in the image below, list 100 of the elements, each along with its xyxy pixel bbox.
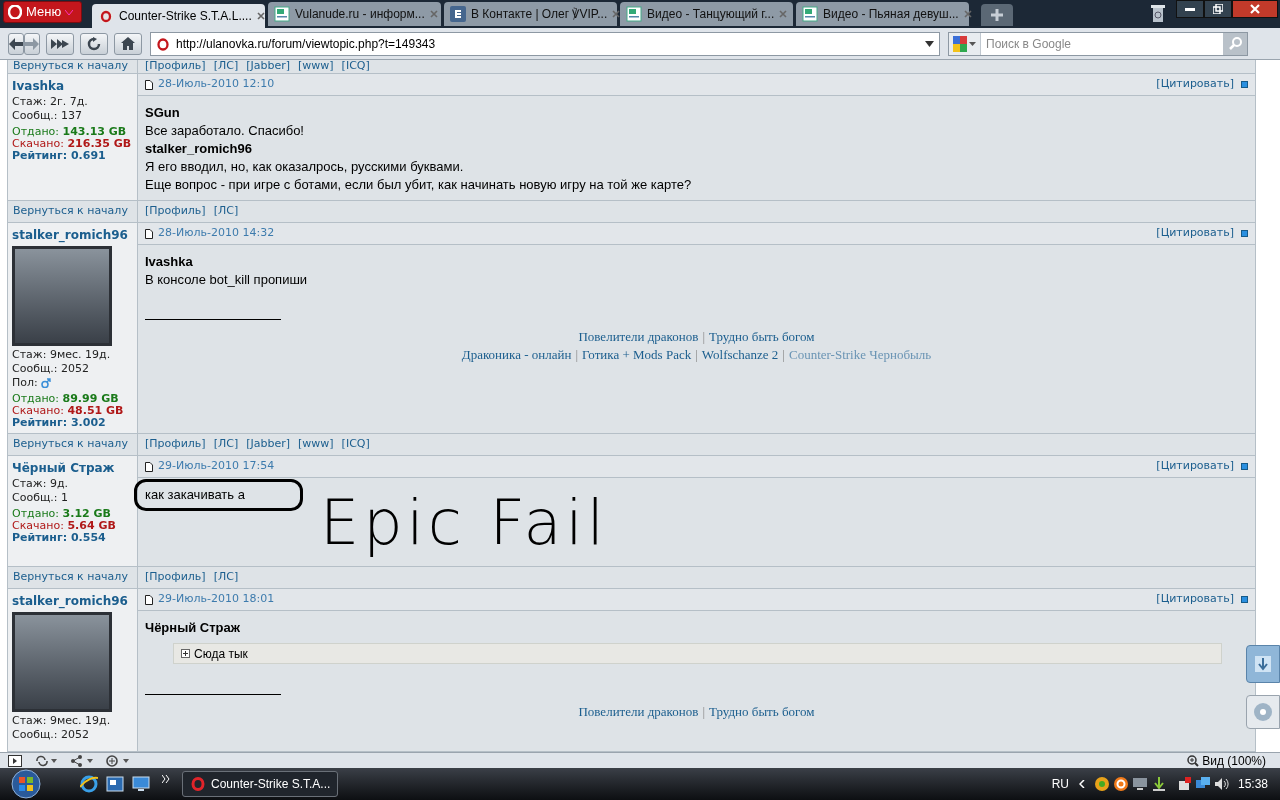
- tab-title: В Контакте | Олег ℣VIP...: [471, 6, 608, 23]
- chevron-left-icon[interactable]: [1078, 780, 1085, 788]
- profile-link[interactable]: [ICQ]: [341, 436, 370, 453]
- link-separator: |: [702, 703, 705, 721]
- profile-link[interactable]: [www]: [298, 436, 334, 453]
- profile-link[interactable]: [Профиль]: [145, 436, 206, 453]
- clock[interactable]: 15:38: [1237, 775, 1268, 793]
- signature-link[interactable]: Трудно быть богом: [709, 703, 815, 721]
- post-text: Я его вводил, но, как оказалрось, русскими буквами.: [145, 158, 465, 176]
- caret-icon: [65, 9, 74, 15]
- search-input[interactable]: Поиск в Google: [981, 32, 1223, 55]
- quote-link[interactable]: [Цитировать]: [1156, 591, 1234, 608]
- close-icon: [612, 10, 621, 18]
- window-switch-icon[interactable]: [106, 776, 124, 792]
- chevron-icon[interactable]: [162, 775, 170, 783]
- signature-link[interactable]: Повелители драконов: [578, 328, 699, 346]
- user-stat: Сообщ.: 2052: [12, 728, 90, 742]
- post-date: 28-Июль-2010 12:10: [158, 76, 276, 93]
- square-marker: [1241, 81, 1248, 88]
- quote-link[interactable]: [Цитировать]: [1156, 76, 1234, 93]
- tray-app-icon[interactable]: [1093, 776, 1110, 792]
- profile-link[interactable]: [ЛС]: [213, 436, 239, 453]
- arrow-left-icon: [9, 37, 23, 50]
- taskbar-button[interactable]: Counter-Strike S.T.A...: [182, 771, 338, 797]
- tab-title: Видео - Танцующий г...: [647, 6, 775, 23]
- profile-link[interactable]: [Jabber]: [246, 60, 290, 75]
- user-stat: Стаж: 9д.: [12, 477, 70, 491]
- speaker-icon[interactable]: [1213, 776, 1230, 792]
- signature-link[interactable]: Готика + Mods Pack: [582, 346, 692, 364]
- close-window-button[interactable]: [1232, 0, 1278, 18]
- tray-app-icon[interactable]: [1112, 776, 1129, 792]
- reload-button[interactable]: [80, 32, 108, 55]
- quote-link[interactable]: [Цитировать]: [1156, 225, 1234, 242]
- reload-icon: [87, 36, 101, 51]
- menu-button[interactable]: Меню: [3, 1, 82, 23]
- signature-link[interactable]: Трудно быть богом: [709, 328, 815, 346]
- profile-link[interactable]: [Jabber]: [246, 436, 290, 453]
- maximize-button[interactable]: [1204, 0, 1232, 18]
- plus-box-icon: [181, 649, 190, 658]
- browser-tab[interactable]: В Контакте | Олег ℣VIP...: [444, 2, 617, 26]
- back-to-top-link[interactable]: Вернуться к началу: [13, 436, 128, 453]
- download-icon[interactable]: [1150, 776, 1167, 792]
- author-name[interactable]: stalker_romich96: [12, 226, 133, 244]
- fast-forward-button[interactable]: [46, 32, 74, 55]
- author-name[interactable]: Ivashka: [12, 77, 133, 95]
- network-icon[interactable]: [106, 754, 130, 767]
- spoiler-toggle[interactable]: Сюда тык: [173, 643, 1222, 664]
- panel-toggle-icon[interactable]: [8, 754, 22, 767]
- new-tab-button[interactable]: [981, 4, 1013, 26]
- back-to-top-link[interactable]: Вернуться к началу: [13, 203, 128, 220]
- browser-icon[interactable]: [80, 775, 98, 793]
- signature-link[interactable]: Wolfschanze 2: [701, 346, 779, 364]
- search-icon: [1228, 37, 1242, 50]
- tab-title: Vulanude.ru - информ...: [295, 6, 425, 23]
- profile-link[interactable]: [ЛС]: [213, 203, 239, 220]
- profile-link[interactable]: [Профиль]: [145, 203, 206, 220]
- user-stat: Рейтинг: 3.002: [12, 417, 107, 429]
- start-orb-icon[interactable]: [8, 769, 44, 799]
- browser-tab[interactable]: Видео - Танцующий г...: [620, 2, 793, 26]
- search-field[interactable]: Поиск в Google: [948, 31, 1248, 56]
- author-name[interactable]: stalker_romich96: [12, 592, 133, 610]
- back-to-top-link[interactable]: Вернуться к началу: [13, 569, 128, 586]
- monitor-icon[interactable]: [1131, 776, 1148, 792]
- signature-link[interactable]: Драконика - онлайн: [461, 346, 572, 364]
- language-indicator[interactable]: RU: [1051, 775, 1069, 793]
- browser-tab[interactable]: Видео - Пьяная девуш...: [796, 2, 969, 26]
- square-marker: [1241, 230, 1248, 237]
- male-symbol-icon: [40, 378, 51, 388]
- profile-link[interactable]: [ЛС]: [213, 60, 239, 75]
- quote-link[interactable]: [Цитировать]: [1156, 458, 1234, 475]
- browser-tab[interactable]: Counter-Strike S.T.A.L....: [92, 4, 265, 28]
- post-text: В консоле bot_kill пропиши: [145, 271, 309, 289]
- double-arrow-icon: [51, 37, 69, 50]
- browser-tab[interactable]: Vulanude.ru - информ...: [268, 2, 441, 26]
- tab-title: Видео - Пьяная девуш...: [823, 6, 959, 23]
- profile-link[interactable]: [ICQ]: [341, 60, 370, 75]
- post-date: 29-Июль-2010 17:54: [158, 458, 276, 475]
- minimize-button[interactable]: [1176, 0, 1204, 18]
- author-name[interactable]: Чёрный Страж: [12, 459, 133, 477]
- signature-link[interactable]: Повелители драконов: [578, 703, 699, 721]
- back-button[interactable]: [8, 32, 24, 55]
- gender-label: Пол:: [12, 376, 38, 390]
- trash-icon[interactable]: [1151, 3, 1165, 23]
- desktop-icon[interactable]: [132, 776, 150, 792]
- profile-link[interactable]: [ЛС]: [213, 569, 239, 586]
- sync-icon[interactable]: [34, 754, 58, 767]
- profile-link[interactable]: [www]: [298, 60, 334, 75]
- share-icon[interactable]: [70, 754, 94, 767]
- profile-link[interactable]: [Профиль]: [145, 60, 206, 75]
- profile-link[interactable]: [Профиль]: [145, 569, 206, 586]
- user-stat: Отдано: 3.12 GB: [12, 508, 112, 520]
- opera-logo-icon: [98, 8, 114, 24]
- back-to-top-link[interactable]: Вернуться к началу: [13, 60, 128, 75]
- close-icon: [779, 10, 788, 18]
- address-field[interactable]: http://ulanovka.ru/forum/viewtopic.php?t=149343: [150, 31, 940, 56]
- zoom-button[interactable]: Вид (100%): [1187, 751, 1266, 770]
- download-panel-button[interactable]: [1246, 645, 1280, 683]
- post-icon: [145, 594, 153, 605]
- square-marker: [1241, 596, 1248, 603]
- home-button[interactable]: [114, 32, 142, 55]
